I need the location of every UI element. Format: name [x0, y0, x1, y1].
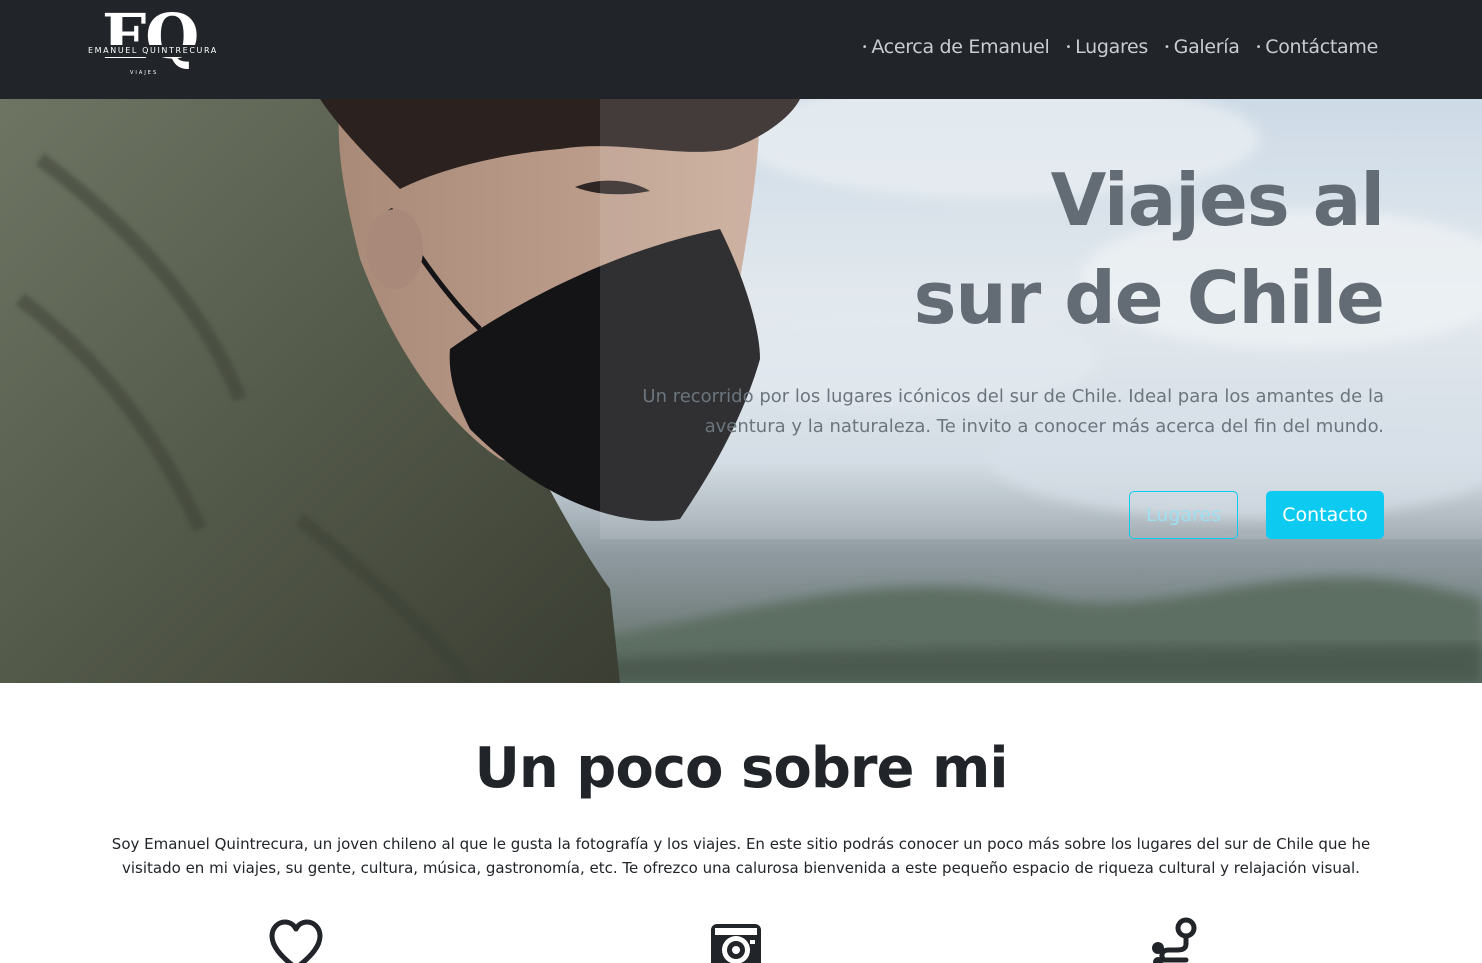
nav-link-label: Acerca de Emanuel — [871, 36, 1050, 58]
route-icon — [1146, 916, 1206, 963]
hero-section: Viajes al sur de Chile Un recorrido por … — [0, 99, 1482, 683]
camera-icon — [706, 916, 766, 963]
bullet-icon: • — [1255, 42, 1262, 53]
nav-link-contacto[interactable]: • Contáctame — [1255, 36, 1379, 58]
about-text: Soy Emanuel Quintrecura, un joven chilen… — [111, 835, 1371, 877]
bullet-icon: • — [861, 42, 868, 53]
hero-description: Un recorrido por los lugares icónicos de… — [642, 386, 1384, 437]
hero-title: Viajes al sur de Chile — [913, 151, 1385, 347]
contacto-button[interactable]: Contacto — [1266, 491, 1384, 539]
nav-link-lugares[interactable]: • Lugares — [1066, 36, 1149, 58]
hero-title-line1: Viajes al — [1050, 158, 1385, 242]
bullet-icon: • — [1065, 42, 1072, 53]
nav-link-galeria[interactable]: • Galería — [1164, 36, 1240, 58]
hero-title-line2: sur de Chile — [913, 256, 1385, 340]
nav-link-label: Contáctame — [1265, 36, 1378, 58]
nav-menu: • Acerca de Emanuel • Lugares • Galería • Co… — [862, 36, 1379, 58]
nav-link-acerca[interactable]: • Acerca de Emanuel — [862, 36, 1050, 58]
nav-link-label: Galería — [1173, 36, 1240, 58]
logo-subtitle: VIAJES — [130, 70, 159, 76]
ear — [367, 209, 423, 289]
bullet-icon: • — [1164, 42, 1170, 53]
lugares-button[interactable]: Lugares — [1129, 491, 1238, 539]
nav-link-label: Lugares — [1075, 36, 1149, 58]
heart-icon — [266, 916, 326, 963]
logo-name: EMANUEL QUINTRECURA — [88, 46, 218, 55]
logo-letters: EQ — [102, 0, 199, 73]
navbar: EQ EMANUEL QUINTRECURA VIAJES • Acerca de… — [0, 0, 1482, 99]
about-title: Un poco sobre mi — [474, 736, 1008, 801]
logo[interactable]: EQ EMANUEL QUINTRECURA VIAJES — [84, 0, 220, 88]
